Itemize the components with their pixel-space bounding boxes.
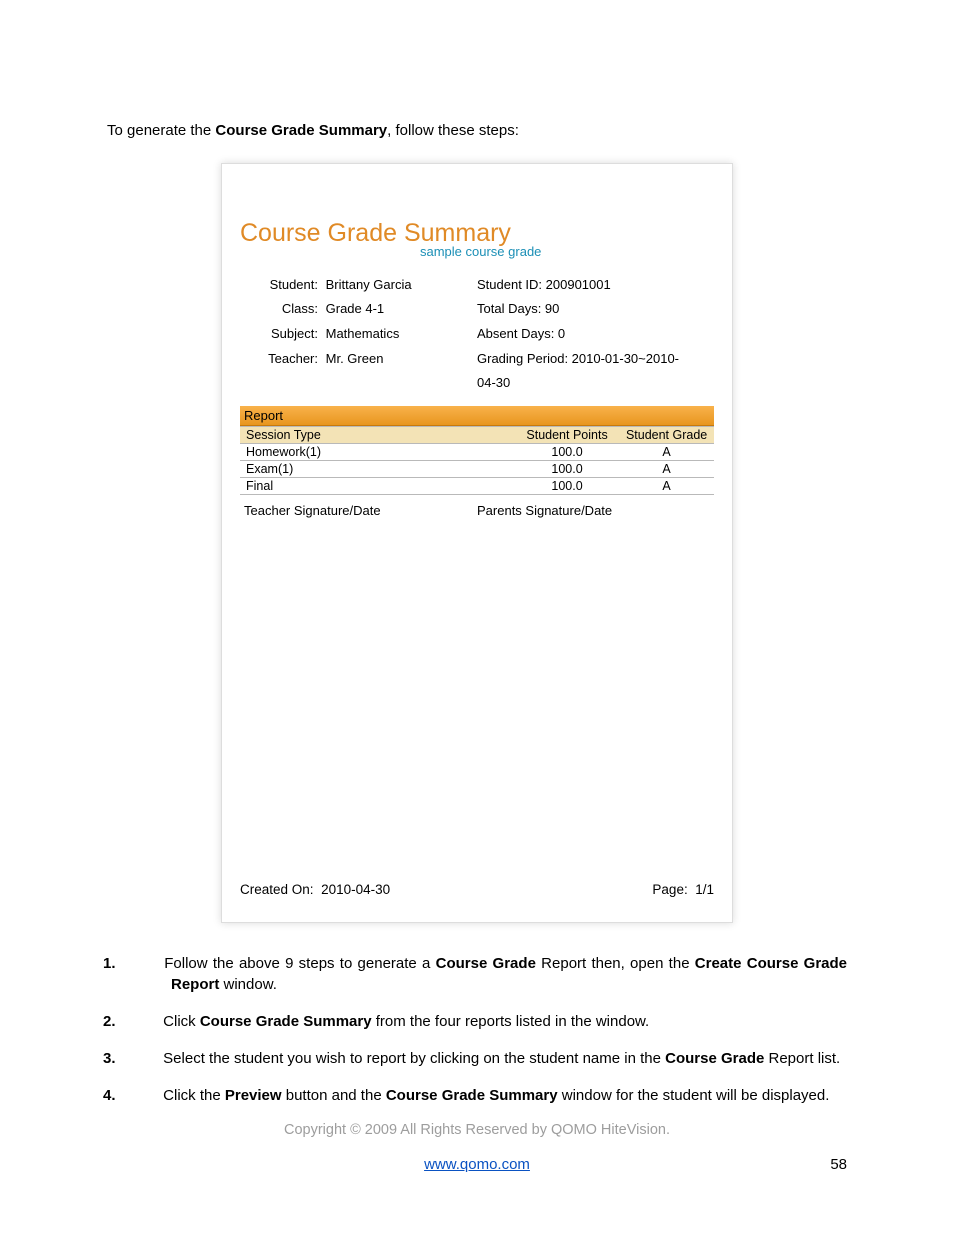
step-text: Report list. — [764, 1050, 840, 1067]
copyright: Copyright © 2009 All Rights Reserved by … — [107, 1122, 847, 1138]
info-col-left: Student: Brittany Garcia Class: Grade 4-… — [258, 273, 477, 396]
intro-prefix: To generate the — [107, 122, 215, 139]
page-footer: www.qomo.com 58 — [107, 1156, 847, 1173]
info-grid: Student: Brittany Garcia Class: Grade 4-… — [258, 273, 696, 396]
col-session-type: Session Type — [240, 426, 515, 443]
step-number: 1. — [137, 953, 159, 974]
cell-points: 100.0 — [515, 460, 619, 477]
step-text: Report then, open the — [536, 955, 695, 972]
step-bold: Course Grade — [436, 955, 536, 972]
report-subtitle: sample course grade — [420, 244, 714, 259]
created-on-label: Created On: — [240, 882, 314, 897]
lbl-class: Class: — [258, 297, 318, 322]
step-bold: Course Grade — [665, 1050, 764, 1067]
created-on: Created On: 2010-04-30 — [240, 882, 390, 897]
step-text: Click — [163, 1013, 200, 1030]
steps-list: 1. Follow the above 9 steps to generate … — [107, 953, 847, 1106]
parent-signature: Parents Signature/Date — [477, 503, 710, 518]
table-row: Final100.0A — [240, 477, 714, 494]
page-number: 58 — [787, 1156, 847, 1173]
cell-points: 100.0 — [515, 477, 619, 494]
step-text: from the four reports listed in the wind… — [372, 1013, 650, 1030]
step-bold: Course Grade Summary — [200, 1013, 372, 1030]
cell-grade: A — [619, 460, 714, 477]
val-totaldays: Total Days: 90 — [477, 297, 696, 322]
section-band-report: Report — [240, 406, 714, 426]
step-text: Click the — [163, 1087, 225, 1104]
step-text: button and the — [282, 1087, 386, 1104]
val-class: Grade 4-1 — [326, 301, 385, 316]
val-absentdays: Absent Days: 0 — [477, 322, 696, 347]
report-page-label: Page: — [652, 882, 687, 897]
col-student-grade: Student Grade — [619, 426, 714, 443]
step-number: 4. — [137, 1085, 159, 1106]
col-student-points: Student Points — [515, 426, 619, 443]
step-text: Select the student you wish to report by… — [163, 1050, 665, 1067]
table-header-row: Session Type Student Points Student Grad… — [240, 426, 714, 443]
report-page-value: 1/1 — [695, 882, 714, 897]
val-gradingperiod: Grading Period: 2010-01-30~2010-04-30 — [477, 347, 696, 396]
grades-table: Session Type Student Points Student Grad… — [240, 426, 714, 495]
report-panel: Course Grade Summary sample course grade… — [221, 163, 733, 923]
step-text: window for the student will be displayed… — [558, 1087, 830, 1104]
cell-type: Final — [240, 477, 515, 494]
signature-row: Teacher Signature/Date Parents Signature… — [240, 501, 714, 520]
step-item: 4. Click the Preview button and the Cour… — [137, 1085, 847, 1106]
created-on-value: 2010-04-30 — [321, 882, 390, 897]
step-bold: Preview — [225, 1087, 282, 1104]
val-student: Brittany Garcia — [326, 277, 412, 292]
intro-suffix: , follow these steps: — [387, 122, 519, 139]
cell-type: Exam(1) — [240, 460, 515, 477]
lbl-student: Student: — [258, 273, 318, 298]
info-col-right: Student ID: 200901001 Total Days: 90 Abs… — [477, 273, 696, 396]
val-subject: Mathematics — [326, 326, 400, 341]
cell-grade: A — [619, 443, 714, 460]
step-text: Follow the above 9 steps to generate a — [164, 955, 435, 972]
report-footer: Created On: 2010-04-30 Page: 1/1 — [240, 882, 714, 897]
report-page: Page: 1/1 — [652, 882, 714, 897]
step-text: window. — [219, 976, 277, 993]
footer-link[interactable]: www.qomo.com — [424, 1156, 530, 1173]
lbl-subject: Subject: — [258, 322, 318, 347]
table-row: Homework(1)100.0A — [240, 443, 714, 460]
cell-points: 100.0 — [515, 443, 619, 460]
step-item: 2. Click Course Grade Summary from the f… — [137, 1011, 847, 1032]
val-studentid: Student ID: 200901001 — [477, 273, 696, 298]
intro-paragraph: To generate the Course Grade Summary, fo… — [107, 120, 847, 143]
step-item: 1. Follow the above 9 steps to generate … — [137, 953, 847, 995]
val-teacher: Mr. Green — [326, 351, 384, 366]
step-bold: Course Grade Summary — [386, 1087, 558, 1104]
intro-bold: Course Grade Summary — [215, 122, 387, 139]
document-page: To generate the Course Grade Summary, fo… — [0, 0, 954, 1213]
teacher-signature: Teacher Signature/Date — [244, 503, 477, 518]
cell-type: Homework(1) — [240, 443, 515, 460]
cell-grade: A — [619, 477, 714, 494]
table-row: Exam(1)100.0A — [240, 460, 714, 477]
lbl-teacher: Teacher: — [258, 347, 318, 372]
step-number: 2. — [137, 1011, 159, 1032]
step-item: 3. Select the student you wish to report… — [137, 1048, 847, 1069]
step-number: 3. — [137, 1048, 159, 1069]
